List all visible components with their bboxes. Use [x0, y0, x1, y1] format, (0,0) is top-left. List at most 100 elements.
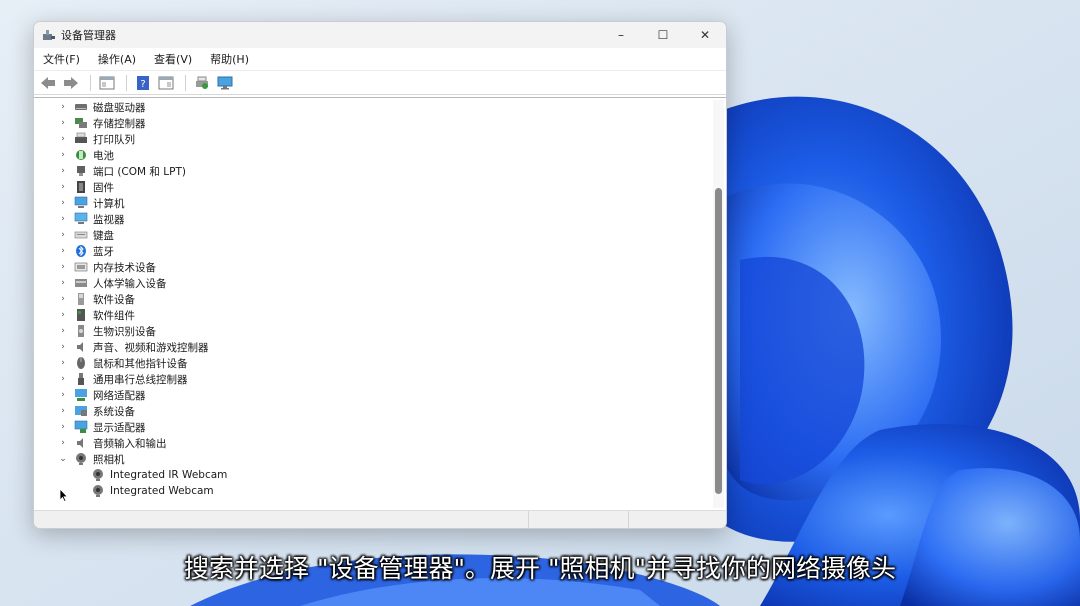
- device-tree: › 磁盘驱动器 › 存储控制器 › 打印队列 › 电池 › 端口 (COM 和 LPT) › 固件 › 计…: [34, 98, 710, 510]
- video-subtitle: 搜索并选择 "设备管理器"。展开 "照相机"并寻找你的网络摄像头: [184, 554, 896, 583]
- tree-category[interactable]: › 存储控制器: [34, 115, 710, 131]
- printer-scan-icon[interactable]: [192, 74, 212, 92]
- chevron-right-icon[interactable]: ›: [58, 422, 68, 432]
- tree-category[interactable]: › 鼠标和其他指针设备: [34, 355, 710, 371]
- tree-category-label: 存储控制器: [93, 117, 146, 130]
- menu-action[interactable]: 操作(A): [95, 49, 139, 69]
- tree-category[interactable]: › 计算机: [34, 195, 710, 211]
- tree-category[interactable]: › 显示适配器: [34, 419, 710, 435]
- chevron-right-icon[interactable]: ›: [58, 262, 68, 272]
- toolbar-separator: [126, 74, 127, 91]
- close-button[interactable]: ✕: [684, 22, 726, 48]
- back-arrow-icon[interactable]: [38, 74, 58, 92]
- camera-icon: [74, 453, 88, 466]
- scrollbar-thumb[interactable]: [715, 188, 722, 494]
- tree-category[interactable]: › 系统设备: [34, 403, 710, 419]
- biometric-icon: [74, 325, 88, 338]
- tree-category[interactable]: › 软件设备: [34, 291, 710, 307]
- chevron-down-icon[interactable]: ⌄: [58, 454, 68, 464]
- window-view-icon[interactable]: [156, 74, 176, 92]
- tree-category[interactable]: ⌄ 照相机: [34, 451, 710, 467]
- menu-help[interactable]: 帮助(H): [207, 49, 252, 69]
- tree-category[interactable]: › 通用串行总线控制器: [34, 371, 710, 387]
- monitor-scan-icon[interactable]: [215, 74, 235, 92]
- chevron-right-icon[interactable]: ›: [58, 358, 68, 368]
- software-device-icon: [74, 293, 88, 306]
- tree-category[interactable]: › 键盘: [34, 227, 710, 243]
- tree-category-label: 照相机: [93, 453, 125, 466]
- chevron-right-icon[interactable]: ›: [58, 198, 68, 208]
- title-bar: 设备管理器 – ☐ ✕: [34, 22, 726, 48]
- chevron-right-icon[interactable]: ›: [58, 438, 68, 448]
- chevron-right-icon[interactable]: ›: [58, 118, 68, 128]
- tree-category[interactable]: › 蓝牙: [34, 243, 710, 259]
- minimize-button[interactable]: –: [600, 22, 642, 48]
- tree-category[interactable]: › 声音、视频和游戏控制器: [34, 339, 710, 355]
- tree-device-integrated-ir-webcam[interactable]: Integrated IR Webcam: [34, 467, 710, 483]
- status-segment: [34, 511, 529, 528]
- chevron-right-icon[interactable]: ›: [58, 342, 68, 352]
- tree-category[interactable]: › 生物识别设备: [34, 323, 710, 339]
- mouse-cursor-icon: [59, 488, 69, 502]
- menu-file[interactable]: 文件(F): [40, 49, 83, 69]
- display-adapter-icon: [74, 420, 88, 434]
- chevron-right-icon[interactable]: ›: [58, 326, 68, 336]
- chevron-right-icon[interactable]: ›: [58, 374, 68, 384]
- keyboard-icon: [74, 229, 88, 242]
- tree-category[interactable]: › 软件组件: [34, 307, 710, 323]
- tree-category[interactable]: › 磁盘驱动器: [34, 99, 710, 115]
- help-icon[interactable]: ?: [133, 74, 153, 92]
- chevron-right-icon[interactable]: ›: [58, 150, 68, 160]
- tree-category-label: 电池: [93, 149, 114, 162]
- chevron-right-icon[interactable]: ›: [58, 182, 68, 192]
- software-component-icon: [74, 309, 88, 322]
- chevron-right-icon[interactable]: ›: [58, 134, 68, 144]
- tree-category[interactable]: › 音频输入和输出: [34, 435, 710, 451]
- webcam-icon: [91, 469, 105, 482]
- chevron-right-icon[interactable]: ›: [58, 102, 68, 112]
- tree-category[interactable]: › 端口 (COM 和 LPT): [34, 163, 710, 179]
- toolbar-separator: [90, 74, 91, 91]
- speaker-icon: [74, 341, 88, 354]
- status-segment: [529, 511, 629, 528]
- port-icon: [74, 165, 88, 178]
- chevron-right-icon[interactable]: ›: [58, 246, 68, 256]
- tree-category-label: 键盘: [93, 229, 114, 242]
- tree-category[interactable]: › 监视器: [34, 211, 710, 227]
- forward-arrow-icon[interactable]: [61, 74, 81, 92]
- tree-category[interactable]: › 打印队列: [34, 131, 710, 147]
- tree-category[interactable]: › 电池: [34, 147, 710, 163]
- chevron-right-icon[interactable]: ›: [58, 310, 68, 320]
- memory-icon: [74, 261, 88, 274]
- tree-category-label: 网络适配器: [93, 389, 146, 402]
- chevron-right-icon[interactable]: ›: [58, 390, 68, 400]
- tree-category-label: 内存技术设备: [93, 261, 156, 274]
- maximize-button[interactable]: ☐: [642, 22, 684, 48]
- menu-view[interactable]: 查看(V): [151, 49, 195, 69]
- window-title: 设备管理器: [61, 29, 116, 42]
- chevron-right-icon[interactable]: ›: [58, 230, 68, 240]
- tree-category[interactable]: › 固件: [34, 179, 710, 195]
- vertical-scrollbar[interactable]: [713, 100, 724, 508]
- tree-category-label: 端口 (COM 和 LPT): [93, 165, 186, 178]
- tree-device-integrated-webcam[interactable]: Integrated Webcam: [34, 483, 710, 499]
- device-manager-icon: [42, 28, 56, 42]
- disk-icon: [74, 101, 88, 114]
- tree-category-label: 声音、视频和游戏控制器: [93, 341, 209, 354]
- tree-category[interactable]: › 内存技术设备: [34, 259, 710, 275]
- tree-device-label: Integrated IR Webcam: [110, 469, 228, 481]
- tree-category-label: 软件设备: [93, 293, 135, 306]
- monitor-icon: [74, 212, 88, 226]
- tree-device-label: Integrated Webcam: [110, 485, 214, 497]
- storage-controller-icon: [74, 117, 88, 130]
- chevron-right-icon[interactable]: ›: [58, 406, 68, 416]
- chevron-right-icon[interactable]: ›: [58, 278, 68, 288]
- chevron-right-icon[interactable]: ›: [58, 166, 68, 176]
- tree-category-label: 计算机: [93, 197, 125, 210]
- properties-view-icon[interactable]: [97, 74, 117, 92]
- menu-bar: 文件(F) 操作(A) 查看(V) 帮助(H): [34, 48, 726, 70]
- chevron-right-icon[interactable]: ›: [58, 214, 68, 224]
- tree-category[interactable]: › 人体学输入设备: [34, 275, 710, 291]
- chevron-right-icon[interactable]: ›: [58, 294, 68, 304]
- tree-category[interactable]: › 网络适配器: [34, 387, 710, 403]
